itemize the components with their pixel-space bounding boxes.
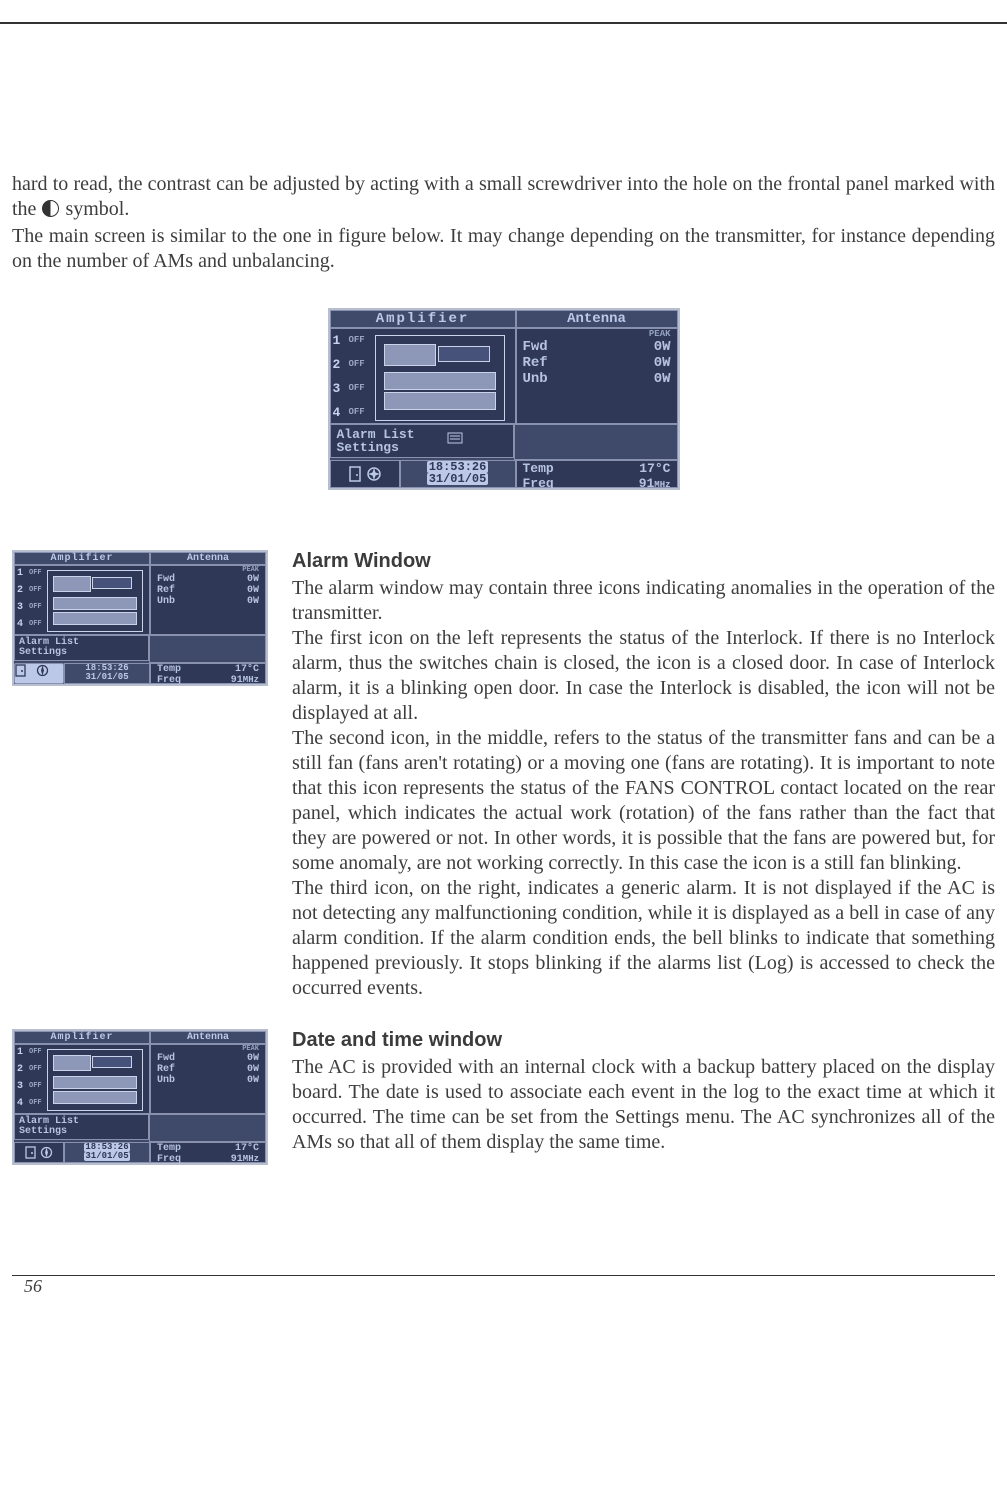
datetime-cell: 18:53:26 31/01/05	[400, 460, 516, 488]
amp-device-sm2-icon	[47, 1049, 143, 1111]
amp-sm-2-off: OFF	[29, 586, 42, 594]
amp-block-sm2: 1OFF 2OFF 3OFF 4OFF	[14, 1044, 150, 1114]
tempfreq-cell: Temp 17°C Freq 91MHz	[516, 460, 678, 488]
amp-sm-1-off: OFF	[29, 569, 42, 577]
settings-cell: Alarm List Settings	[330, 424, 515, 458]
amp-head-sm2: Amplifier	[14, 1031, 150, 1044]
ant-ref-label: Ref	[523, 355, 548, 371]
dt-sm: 18:53:2631/01/05	[64, 663, 150, 684]
section-datetime: Amplifier Antenna 1OFF 2OFF 3OFF 4OFF	[12, 1029, 995, 1165]
list-icon	[447, 432, 463, 444]
antenna-block: PEAK Fwd 0W Ref 0W Unb 0W	[516, 328, 678, 424]
amp-sm-4-off: OFF	[29, 620, 42, 628]
alarm-window-heading: Alarm Window	[292, 550, 995, 573]
amp-sm-3-off: OFF	[29, 603, 42, 611]
settings-label: Settings	[337, 441, 508, 454]
alarm-window-body: The alarm window may contain three icons…	[292, 576, 995, 1001]
amp-ch-3: 3	[333, 381, 341, 396]
settings-sm: Alarm List Settings	[14, 635, 149, 661]
lcd-panel-main: Amplifier Antenna 1 OFF 2 OFF 3 OFF 4 OF…	[328, 308, 680, 490]
date-value: 31/01/05	[427, 473, 489, 485]
tempfreq-sm2: Temp17°C Freq91MHz	[150, 1142, 266, 1163]
dt-sm2-highlighted: 18:53:26 31/01/05	[64, 1142, 150, 1163]
datetime-heading: Date and time window	[292, 1029, 995, 1052]
ant-fwd-value: 0W	[654, 339, 671, 355]
door-icon	[348, 466, 362, 482]
intro-text-1b: symbol.	[60, 198, 129, 220]
section-alarm-window: Amplifier Antenna 1 OFF 2 OFF 3 OFF 4 OFF	[12, 550, 995, 1001]
amp-strip2-icon	[384, 392, 496, 410]
ant-head-sm: Antenna	[150, 552, 266, 565]
amp-block-sm: 1 OFF 2 OFF 3 OFF 4 OFF	[14, 565, 150, 635]
temp-label: Temp	[523, 461, 554, 476]
amp-bars-icon	[384, 344, 436, 366]
amp-ch-1-off: OFF	[349, 335, 365, 345]
figure-main-lcd: Amplifier Antenna 1 OFF 2 OFF 3 OFF 4 OF…	[12, 308, 995, 490]
ant-unb-label: Unb	[523, 371, 548, 387]
contrast-icon	[42, 200, 59, 217]
amp-ch-2: 2	[333, 357, 341, 372]
amplifier-block: 1 OFF 2 OFF 3 OFF 4 OFF	[330, 328, 516, 424]
amplifier-header: Amplifier	[330, 310, 516, 328]
intro-para-1: hard to read, the contrast can be adjust…	[12, 172, 995, 222]
alarm-text-col: Alarm Window The alarm window may contai…	[292, 550, 995, 1001]
peak-sm: PEAK	[151, 566, 265, 574]
amp-sm-2: 2	[17, 585, 23, 596]
amp-sm-3: 3	[17, 602, 23, 613]
fan-icon	[366, 466, 382, 482]
ant-row-fwd: Fwd 0W	[517, 339, 677, 355]
amp-sm-1: 1	[17, 568, 23, 579]
amp-chip-icon	[438, 346, 490, 362]
alarm-thumbnail-col: Amplifier Antenna 1 OFF 2 OFF 3 OFF 4 OFF	[12, 550, 268, 1001]
settings-sm2: Alarm List Settings	[14, 1114, 149, 1140]
intro-text-1a: hard to read, the contrast can be adjust…	[12, 173, 995, 220]
lcd-panel-datetime-thumb: Amplifier Antenna 1OFF 2OFF 3OFF 4OFF	[12, 1029, 268, 1165]
status-cell-sm2	[14, 1142, 64, 1163]
ant-row-unb: Unb 0W	[517, 371, 677, 387]
freq-label: Freq	[523, 476, 554, 491]
ant-row-ref: Ref 0W	[517, 355, 677, 371]
ant-block-sm2: PEAK Fwd0W Ref0W Unb0W	[150, 1044, 266, 1114]
ant-unb-value: 0W	[654, 371, 671, 387]
fan-icon-sm2	[40, 1146, 53, 1159]
amp-device-sm-icon	[47, 570, 143, 632]
amp-ch-3-off: OFF	[349, 383, 365, 393]
antenna-header: Antenna	[516, 310, 678, 328]
freq-value: 91MHz	[639, 476, 671, 491]
fan-icon-sm	[36, 664, 49, 677]
amp-head-sm: Amplifier	[14, 552, 150, 565]
ant-head-sm2: Antenna	[150, 1031, 266, 1044]
amp-ch-1: 1	[333, 333, 341, 348]
tempfreq-sm: Temp17°C Freq91MHz	[150, 663, 266, 684]
datetime-text-col: Date and time window The AC is provided …	[292, 1029, 995, 1165]
amp-strip1-icon	[384, 372, 496, 390]
amp-ch-4: 4	[333, 405, 341, 420]
temp-value: 17°C	[639, 461, 670, 476]
lcd-panel-alarm-thumb: Amplifier Antenna 1 OFF 2 OFF 3 OFF 4 OFF	[12, 550, 268, 686]
amp-ch-2-off: OFF	[349, 359, 365, 369]
antenna-title-text: Antenna	[517, 311, 677, 327]
amp-device-icon	[375, 335, 505, 421]
antenna-block-2	[514, 424, 677, 460]
datetime-thumbnail-col: Amplifier Antenna 1OFF 2OFF 3OFF 4OFF	[12, 1029, 268, 1165]
door-icon-sm	[15, 664, 26, 677]
ant-fwd-label: Fwd	[523, 339, 548, 355]
amp-ch-4-off: OFF	[349, 407, 365, 417]
datetime-body: The AC is provided with an internal cloc…	[292, 1055, 995, 1155]
status-cell-sm-highlighted	[14, 663, 64, 684]
ant-ref-value: 0W	[654, 355, 671, 371]
ant-block-sm: PEAK Fwd0W Ref0W Unb0W	[150, 565, 266, 635]
intro-para-2: The main screen is similar to the one in…	[12, 224, 995, 274]
page-footer: 56	[12, 1275, 995, 1316]
page: hard to read, the contrast can be adjust…	[0, 22, 1007, 1165]
status-icons-cell	[330, 460, 400, 488]
door-icon-sm2	[25, 1146, 36, 1159]
amp-sm-4: 4	[17, 619, 23, 630]
page-number: 56	[24, 1276, 42, 1297]
peak-label: PEAK	[517, 329, 677, 339]
